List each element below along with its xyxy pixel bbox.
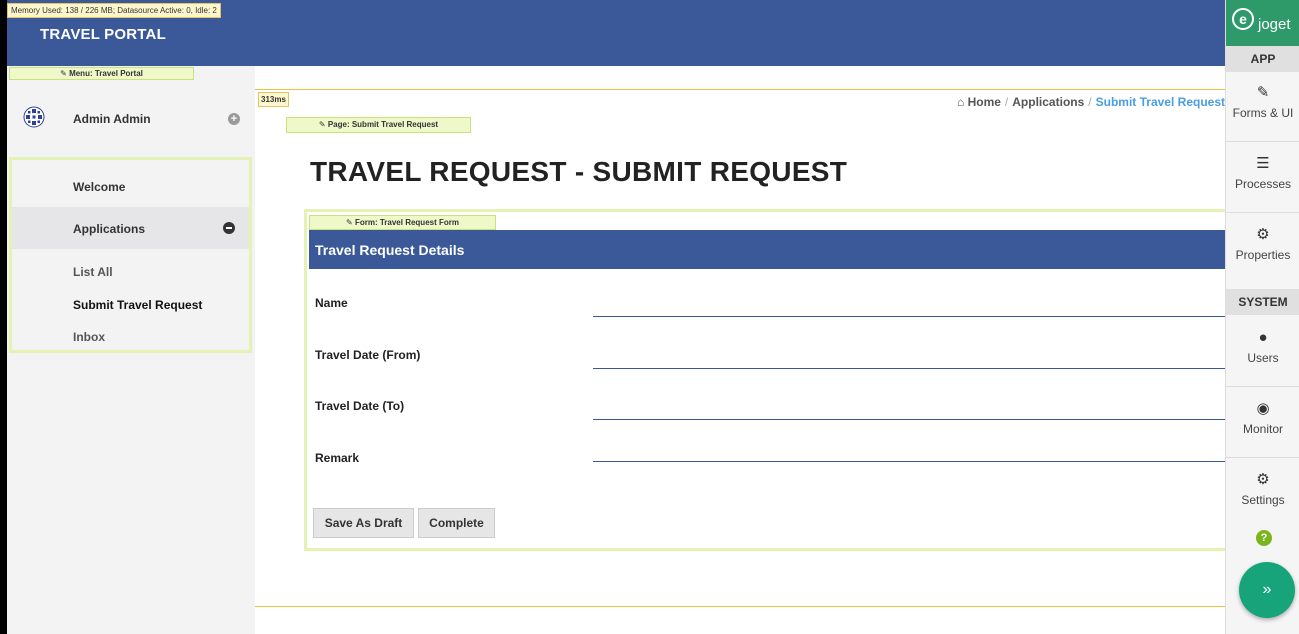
sidebar-nav: Welcome Applications List All Submit Tra…: [9, 157, 252, 353]
breadcrumb-separator: /: [1088, 95, 1092, 109]
edit-icon: ✎: [1256, 84, 1270, 101]
name-input[interactable]: [593, 316, 1225, 317]
gear-icon: ⚙: [1256, 226, 1270, 243]
field-label-travel-date-from: Travel Date (From): [315, 348, 421, 362]
list-icon: ☰: [1256, 155, 1270, 172]
page-edit-tag[interactable]: ✎ Page: Submit Travel Request: [286, 117, 471, 133]
joget-admin-panel: e joget APP ✎ Forms & UI ☰ Processes ⚙ P…: [1225, 0, 1299, 634]
travel-date-to-input[interactable]: [593, 419, 1225, 420]
user-name: Admin Admin: [73, 112, 151, 126]
render-timer-badge: 313ms: [258, 92, 289, 107]
dashboard-icon: ◉: [1256, 400, 1270, 417]
panel-item-processes[interactable]: ☰ Processes: [1226, 143, 1299, 213]
breadcrumb-applications[interactable]: Applications: [1012, 95, 1084, 109]
joget-logo[interactable]: e joget: [1226, 0, 1299, 46]
travel-date-from-input[interactable]: [593, 368, 1225, 369]
panel-item-monitor[interactable]: ◉ Monitor: [1226, 388, 1299, 458]
user-profile[interactable]: Admin Admin +: [7, 96, 255, 144]
form-edit-tag[interactable]: ✎ Form: Travel Request Form: [309, 215, 496, 230]
sidebar-item-label: Welcome: [73, 180, 126, 194]
menu-tag-label: Menu: Travel Portal: [69, 69, 143, 78]
breadcrumb-current: Submit Travel Request: [1095, 95, 1225, 109]
minus-circle-icon[interactable]: [223, 222, 235, 234]
user-icon: ●: [1258, 329, 1268, 346]
expand-panel-button[interactable]: »: [1239, 562, 1295, 618]
field-label-remark: Remark: [315, 451, 360, 465]
system-section-header: SYSTEM: [1226, 289, 1299, 315]
plus-circle-icon[interactable]: +: [228, 113, 240, 125]
remark-textarea[interactable]: [593, 461, 1225, 462]
help-icon[interactable]: ?: [1256, 530, 1272, 546]
panel-item-label: Properties: [1235, 248, 1291, 262]
joget-logo-icon: e: [1232, 8, 1254, 30]
window-edge: [0, 0, 7, 634]
panel-item-settings[interactable]: ⚙ Settings: [1226, 459, 1299, 529]
breadcrumb-home[interactable]: Home: [968, 95, 1001, 109]
content-bottom-divider: [255, 606, 1225, 607]
sidebar-item-label: Applications: [73, 222, 146, 236]
complete-button[interactable]: Complete: [418, 508, 495, 538]
panel-item-label: Settings: [1241, 493, 1285, 507]
breadcrumb-separator: /: [1004, 95, 1009, 109]
sidebar-subitem-list-all[interactable]: List All: [73, 265, 113, 279]
joget-logo-text: joget: [1258, 16, 1291, 33]
panel-item-forms-ui[interactable]: ✎ Forms & UI: [1226, 72, 1299, 142]
sidebar-subitem-submit-travel-request[interactable]: Submit Travel Request: [73, 298, 202, 312]
form-tag-label: Form: Travel Request Form: [354, 218, 459, 227]
sidebar-subitem-inbox[interactable]: Inbox: [73, 330, 105, 344]
cogs-icon: ⚙: [1256, 471, 1270, 488]
brand-title[interactable]: TRAVEL PORTAL: [40, 26, 166, 43]
panel-item-label: Users: [1247, 351, 1279, 365]
panel-item-label: Processes: [1234, 177, 1292, 191]
avatar-icon: [23, 106, 45, 128]
page-tag-label: Page: Submit Travel Request: [327, 120, 439, 129]
panel-item-label: Forms & UI: [1232, 106, 1294, 120]
memory-usage-badge: Memory Used: 138 / 226 MB; Datasource Ac…: [7, 3, 221, 18]
panel-item-properties[interactable]: ⚙ Properties: [1226, 214, 1299, 284]
home-icon: ⌂: [956, 95, 965, 109]
sidebar-item-welcome[interactable]: Welcome: [12, 165, 249, 207]
save-as-draft-button[interactable]: Save As Draft: [313, 508, 414, 538]
breadcrumb: ⌂ Home / Applications / Submit Travel Reques…: [957, 95, 1225, 109]
field-label-name: Name: [315, 296, 348, 310]
app-window: TRAVEL PORTAL Memory Used: 138 / 226 MB;…: [0, 0, 1299, 634]
panel-item-label: Monitor: [1242, 422, 1283, 436]
content-top-divider: [255, 89, 1225, 90]
field-label-travel-date-to: Travel Date (To): [315, 399, 405, 413]
sidebar-item-applications[interactable]: Applications: [12, 207, 249, 249]
form-section-header: Travel Request Details: [309, 230, 1225, 269]
panel-item-users[interactable]: ● Users: [1226, 317, 1299, 387]
menu-edit-tag[interactable]: ✎ Menu: Travel Portal: [9, 67, 194, 80]
page-title: TRAVEL REQUEST - SUBMIT REQUEST: [310, 156, 848, 187]
app-section-header: APP: [1226, 46, 1299, 72]
